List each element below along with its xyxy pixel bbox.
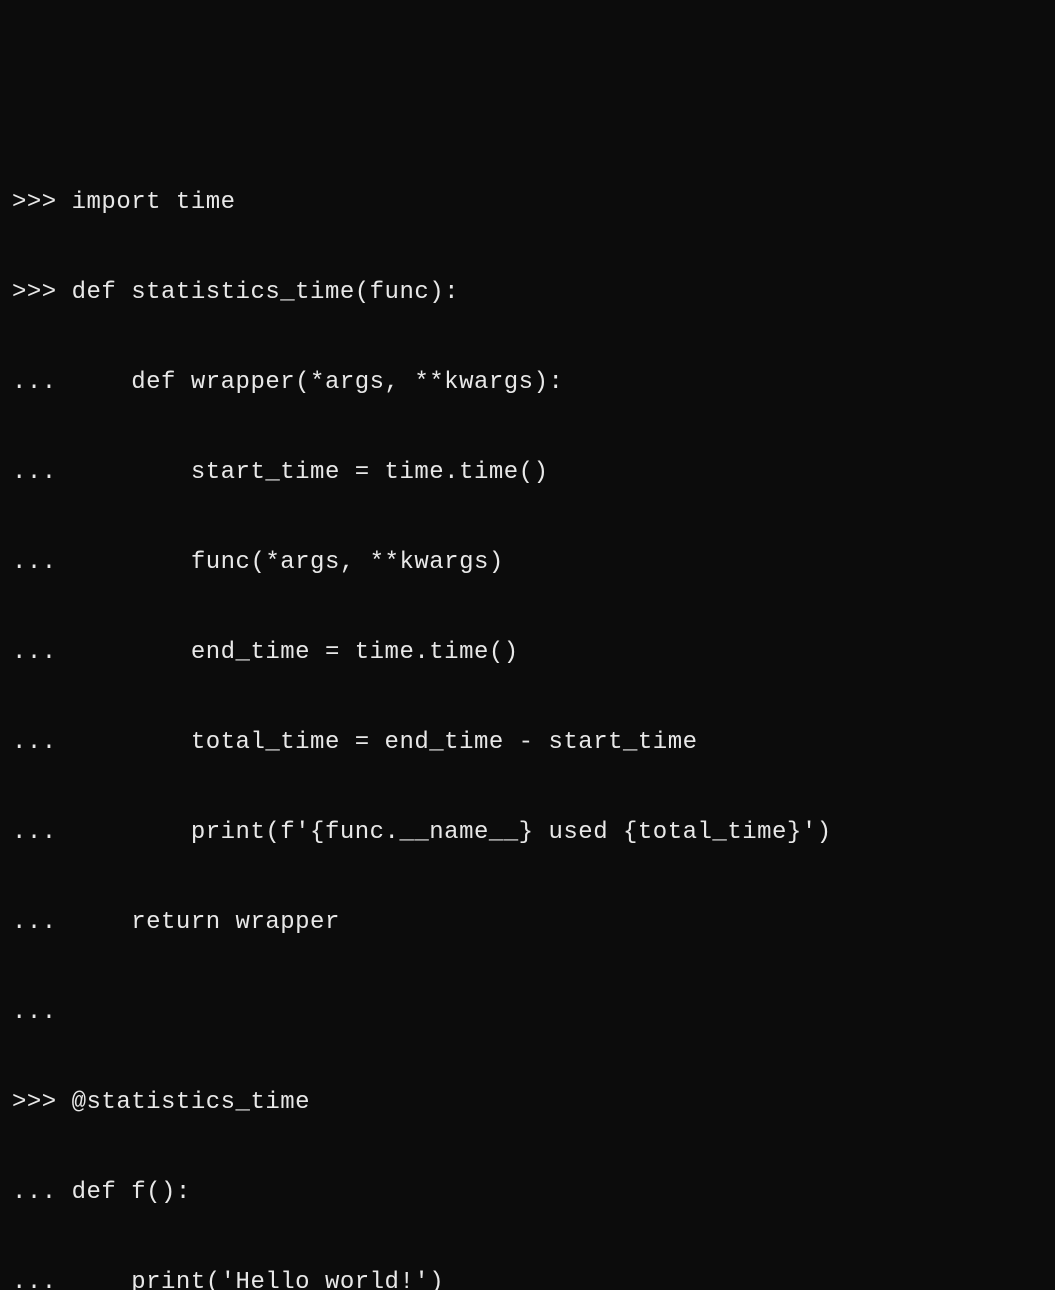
terminal-line: >>> import time — [12, 188, 1043, 218]
terminal-line: ... def f(): — [12, 1178, 1043, 1208]
python-repl-terminal[interactable]: >>> import time >>> def statistics_time(… — [12, 128, 1043, 1290]
terminal-line: ... end_time = time.time() — [12, 638, 1043, 668]
terminal-line: ... total_time = end_time - start_time — [12, 728, 1043, 758]
terminal-line: >>> @statistics_time — [12, 1088, 1043, 1118]
terminal-line: ... print('Hello world!') — [12, 1268, 1043, 1290]
terminal-line: ... func(*args, **kwargs) — [12, 548, 1043, 578]
terminal-line: ... — [12, 998, 1043, 1028]
terminal-line: >>> def statistics_time(func): — [12, 278, 1043, 308]
terminal-line: ... start_time = time.time() — [12, 458, 1043, 488]
terminal-line: ... print(f'{func.__name__} used {total_… — [12, 818, 1043, 848]
terminal-line: ... return wrapper — [12, 908, 1043, 938]
terminal-line: ... def wrapper(*args, **kwargs): — [12, 368, 1043, 398]
